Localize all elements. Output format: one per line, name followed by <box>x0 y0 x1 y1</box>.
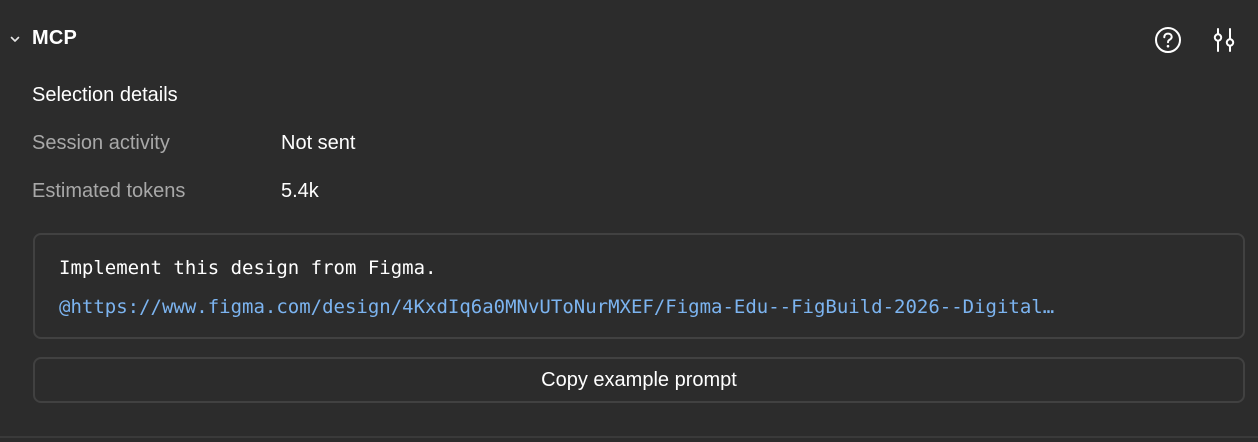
session-activity-label: Session activity <box>32 132 170 154</box>
help-circle-icon[interactable] <box>1153 25 1183 55</box>
divider <box>0 436 1258 438</box>
copy-button-label: Copy example prompt <box>541 368 737 391</box>
sliders-icon[interactable] <box>1209 25 1239 55</box>
example-prompt-box[interactable]: Implement this design from Figma. @https… <box>33 233 1245 339</box>
panel-header: MCP <box>0 20 1258 60</box>
panel-title: MCP <box>32 27 78 49</box>
prompt-text: Implement this design from Figma. <box>59 257 437 279</box>
estimated-tokens-value: 5.4k <box>281 180 319 202</box>
chevron-down-icon[interactable] <box>8 32 22 46</box>
mcp-panel: MCP Selection details Session activity N… <box>0 0 1258 437</box>
estimated-tokens-label: Estimated tokens <box>32 180 186 202</box>
copy-example-prompt-button[interactable]: Copy example prompt <box>33 357 1245 403</box>
session-activity-value: Not sent <box>281 132 356 154</box>
prompt-figma-link[interactable]: @https://www.figma.com/design/4KxdIq6a0M… <box>59 296 1221 318</box>
selection-details-title: Selection details <box>32 84 178 106</box>
